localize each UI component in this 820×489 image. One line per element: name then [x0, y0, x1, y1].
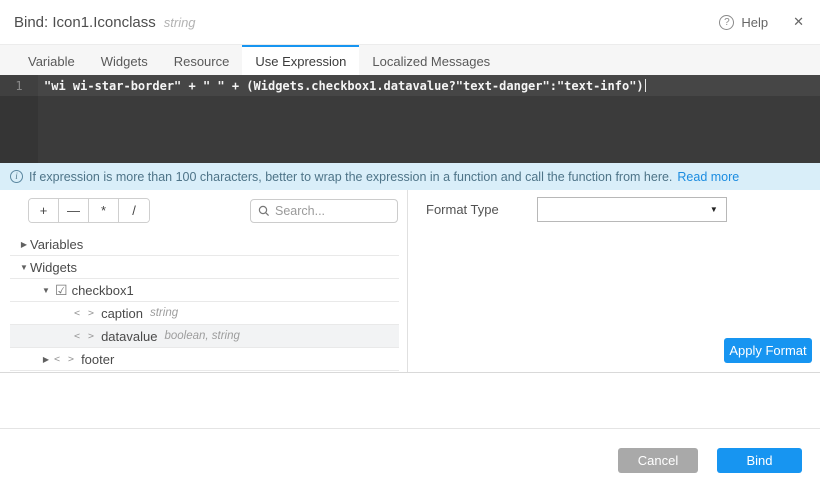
- tree-item-label: footer: [81, 352, 114, 367]
- info-message: If expression is more than 100 character…: [29, 170, 672, 184]
- tab-variable[interactable]: Variable: [15, 45, 88, 75]
- dialog-title: Bind: Icon1.Iconclass: [14, 14, 156, 31]
- info-bar: i If expression is more than 100 charact…: [0, 163, 820, 190]
- format-panel: Format Type ▼ Apply Format: [408, 190, 820, 372]
- tree-item-label: datavalue: [101, 329, 157, 344]
- editor-line-1: 1 "wi wi-star-border" + " " + (Widgets.c…: [0, 75, 820, 96]
- tree-item-type: string: [150, 307, 178, 319]
- tab-bar: Variable Widgets Resource Use Expression…: [0, 44, 820, 75]
- expression-editor[interactable]: 1 "wi wi-star-border" + " " + (Widgets.c…: [0, 75, 820, 163]
- property-icon: < >: [74, 308, 95, 319]
- tree-item-variables[interactable]: ▶ Variables: [10, 233, 399, 256]
- search-box: [250, 199, 398, 223]
- property-icon: < >: [74, 331, 95, 342]
- property-type-hint: string: [164, 15, 196, 30]
- tree-item-label: Variables: [30, 237, 83, 252]
- search-icon: [258, 205, 270, 217]
- minus-operator-button[interactable]: —: [59, 199, 89, 222]
- tree-item-label: checkbox1: [72, 283, 134, 298]
- bind-dialog: Bind: Icon1.Iconclass string ? Help ✕ Va…: [0, 0, 820, 489]
- expression-code[interactable]: "wi wi-star-border" + " " + (Widgets.che…: [38, 79, 644, 93]
- chevron-down-icon[interactable]: ▼: [40, 286, 52, 295]
- tab-localized-messages[interactable]: Localized Messages: [359, 45, 503, 75]
- info-icon: i: [10, 170, 23, 183]
- expression-toolbar: + — * /: [0, 198, 407, 223]
- cancel-button[interactable]: Cancel: [618, 448, 698, 473]
- chevron-right-icon[interactable]: ▶: [18, 240, 30, 249]
- tree-item-type: boolean, string: [164, 330, 239, 342]
- plus-operator-button[interactable]: +: [29, 199, 59, 222]
- tree-item-datavalue[interactable]: < > datavalue boolean, string: [10, 325, 399, 348]
- tree-panel: + — * / ▶ Variables ▼: [0, 190, 408, 372]
- apply-format-button[interactable]: Apply Format: [724, 338, 812, 363]
- tree-item-label: caption: [101, 306, 143, 321]
- checkbox-widget-icon: ☑: [55, 282, 68, 299]
- line-number: 1: [0, 79, 38, 93]
- format-type-label: Format Type: [426, 202, 499, 217]
- read-more-link[interactable]: Read more: [677, 170, 739, 184]
- chevron-right-icon[interactable]: ▶: [40, 355, 52, 364]
- help-link[interactable]: Help: [741, 15, 768, 30]
- close-icon[interactable]: ✕: [793, 14, 804, 30]
- tab-widgets[interactable]: Widgets: [88, 45, 161, 75]
- tree-item-label: Widgets: [30, 260, 77, 275]
- multiply-operator-button[interactable]: *: [89, 199, 119, 222]
- dialog-header: Bind: Icon1.Iconclass string ? Help ✕: [0, 0, 820, 44]
- content-area: + — * / ▶ Variables ▼: [0, 190, 820, 373]
- tab-resource[interactable]: Resource: [161, 45, 243, 75]
- dialog-footer: Cancel Bind: [0, 428, 820, 489]
- chevron-down-icon[interactable]: ▼: [18, 263, 30, 272]
- property-icon: < >: [54, 354, 75, 365]
- tab-use-expression[interactable]: Use Expression: [242, 45, 359, 75]
- tree-item-footer[interactable]: ▶ < > footer: [10, 348, 399, 371]
- format-type-select[interactable]: ▼: [537, 197, 727, 222]
- text-cursor: [645, 79, 646, 92]
- tree-item-widgets[interactable]: ▼ Widgets: [10, 256, 399, 279]
- tree-item-checkbox1[interactable]: ▼ ☑ checkbox1: [10, 279, 399, 302]
- search-input[interactable]: [275, 204, 390, 218]
- operator-button-group: + — * /: [28, 198, 150, 223]
- help-icon[interactable]: ?: [719, 15, 734, 30]
- bind-button[interactable]: Bind: [717, 448, 802, 473]
- tree-item-caption[interactable]: < > caption string: [10, 302, 399, 325]
- binding-tree: ▶ Variables ▼ Widgets ▼ ☑ checkbox1 < > …: [10, 233, 399, 371]
- divide-operator-button[interactable]: /: [119, 199, 149, 222]
- caret-down-icon: ▼: [710, 205, 718, 214]
